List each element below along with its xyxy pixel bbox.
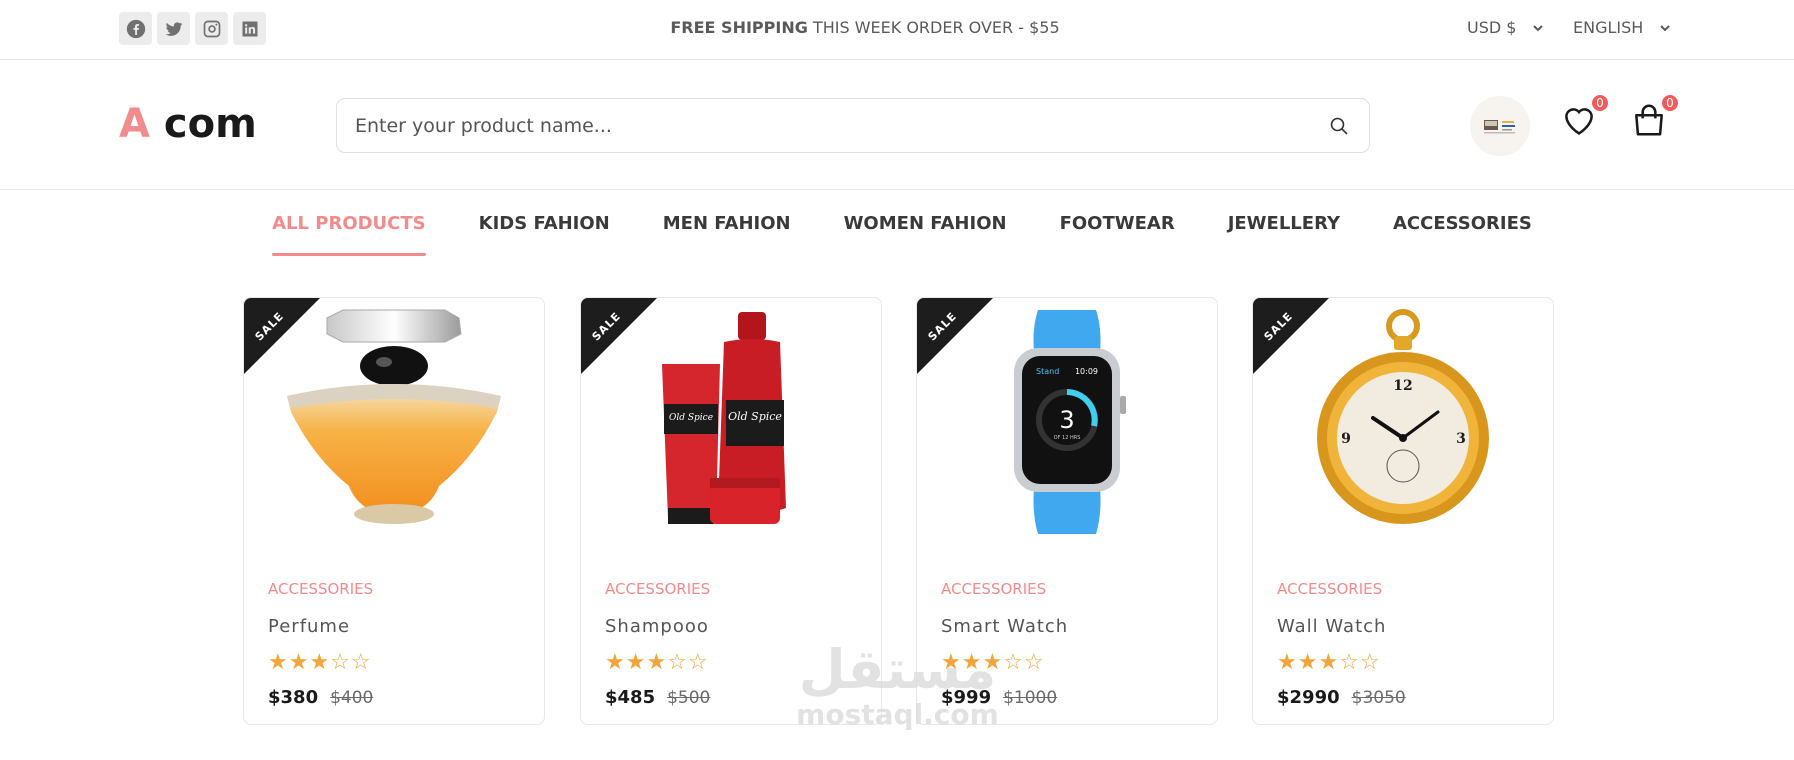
- current-price: $485: [605, 687, 656, 708]
- currency-label: USD $: [1467, 18, 1517, 37]
- svg-text:Old Spice: Old Spice: [669, 413, 713, 423]
- site-header: A com 0 0: [0, 61, 1794, 190]
- tab-jewellery[interactable]: JEWELLERY: [1228, 213, 1340, 245]
- star-rating: ★★★☆☆: [1277, 650, 1381, 675]
- svg-text:10:09: 10:09: [1075, 367, 1098, 376]
- price: $485 $500: [605, 687, 710, 708]
- category-tabs: ALL PRODUCTS KIDS FAHION MEN FAHION WOME…: [0, 190, 1794, 260]
- shipping-highlight: FREE SHIPPING: [670, 18, 808, 37]
- product-name[interactable]: Wall Watch: [1277, 616, 1386, 637]
- search-input[interactable]: [337, 100, 1317, 151]
- svg-text:9: 9: [1341, 431, 1351, 447]
- wishlist-button[interactable]: 0: [1560, 93, 1610, 141]
- price: $2990 $3050: [1277, 687, 1406, 708]
- profile-thumbnail: [1484, 120, 1515, 134]
- star-rating: ★★★☆☆: [941, 650, 1045, 675]
- tab-footwear[interactable]: FOOTWEAR: [1060, 213, 1175, 245]
- cart-count-badge: 0: [1660, 93, 1680, 113]
- shipping-text: THIS WEEK ORDER OVER - $55: [807, 18, 1060, 37]
- svg-text:3: 3: [1456, 431, 1466, 447]
- original-price: $500: [667, 688, 711, 708]
- original-price: $400: [330, 688, 374, 708]
- product-category[interactable]: ACCESSORIES: [1277, 580, 1382, 598]
- price: $380 $400: [268, 687, 373, 708]
- product-name[interactable]: Smart Watch: [941, 616, 1068, 637]
- product-card[interactable]: 12 3 9 SALE ACCESSORIES Wall Watch ★★★☆☆…: [1252, 297, 1554, 725]
- star-rating: ★★★☆☆: [605, 650, 709, 675]
- top-bar: FREE SHIPPING THIS WEEK ORDER OVER - $55…: [0, 0, 1794, 60]
- product-category[interactable]: ACCESSORIES: [941, 580, 1046, 598]
- current-price: $380: [268, 687, 319, 708]
- search-icon[interactable]: [1329, 116, 1349, 136]
- language-selector[interactable]: ENGLISH: [1573, 18, 1671, 37]
- original-price: $1000: [1003, 688, 1058, 708]
- svg-text:12: 12: [1393, 378, 1412, 394]
- product-card[interactable]: Old Spice Old Spice SALE ACCESSORIES Sha…: [580, 297, 882, 725]
- product-card[interactable]: Stand 10:09 3 OF 12 HRS SALE ACCESSORIES…: [916, 297, 1218, 725]
- tab-men-fashion[interactable]: MEN FAHION: [663, 213, 791, 245]
- product-category[interactable]: ACCESSORIES: [605, 580, 710, 598]
- tab-all-products[interactable]: ALL PRODUCTS: [272, 213, 426, 256]
- avatar[interactable]: [1470, 96, 1530, 156]
- tab-women-fashion[interactable]: WOMEN FAHION: [844, 213, 1007, 245]
- price: $999 $1000: [941, 687, 1057, 708]
- search-bar: [336, 98, 1370, 153]
- logo-letter: A: [119, 101, 150, 147]
- current-price: $999: [941, 687, 992, 708]
- tab-accessories[interactable]: ACCESSORIES: [1393, 213, 1532, 245]
- logo-text: com: [149, 101, 257, 147]
- site-logo[interactable]: A com: [119, 101, 257, 147]
- product-name[interactable]: Shampooo: [605, 616, 709, 637]
- star-rating: ★★★☆☆: [268, 650, 372, 675]
- tab-kids-fashion[interactable]: KIDS FAHION: [479, 213, 610, 245]
- svg-text:OF 12 HRS: OF 12 HRS: [1054, 435, 1081, 441]
- svg-text:3: 3: [1059, 406, 1074, 434]
- svg-text:Old Spice: Old Spice: [728, 410, 782, 423]
- current-price: $2990: [1277, 687, 1340, 708]
- chevron-down-icon: [1660, 24, 1671, 31]
- original-price: $3050: [1351, 688, 1406, 708]
- currency-selector[interactable]: USD $: [1467, 18, 1544, 37]
- product-category[interactable]: ACCESSORIES: [268, 580, 373, 598]
- cart-button[interactable]: 0: [1630, 93, 1680, 141]
- chevron-down-icon: [1533, 24, 1544, 31]
- wishlist-count-badge: 0: [1590, 93, 1610, 113]
- language-label: ENGLISH: [1573, 18, 1644, 37]
- product-name[interactable]: Perfume: [268, 616, 350, 637]
- svg-text:Stand: Stand: [1036, 367, 1059, 376]
- product-card[interactable]: SALE ACCESSORIES Perfume ★★★☆☆ $380 $400: [243, 297, 545, 725]
